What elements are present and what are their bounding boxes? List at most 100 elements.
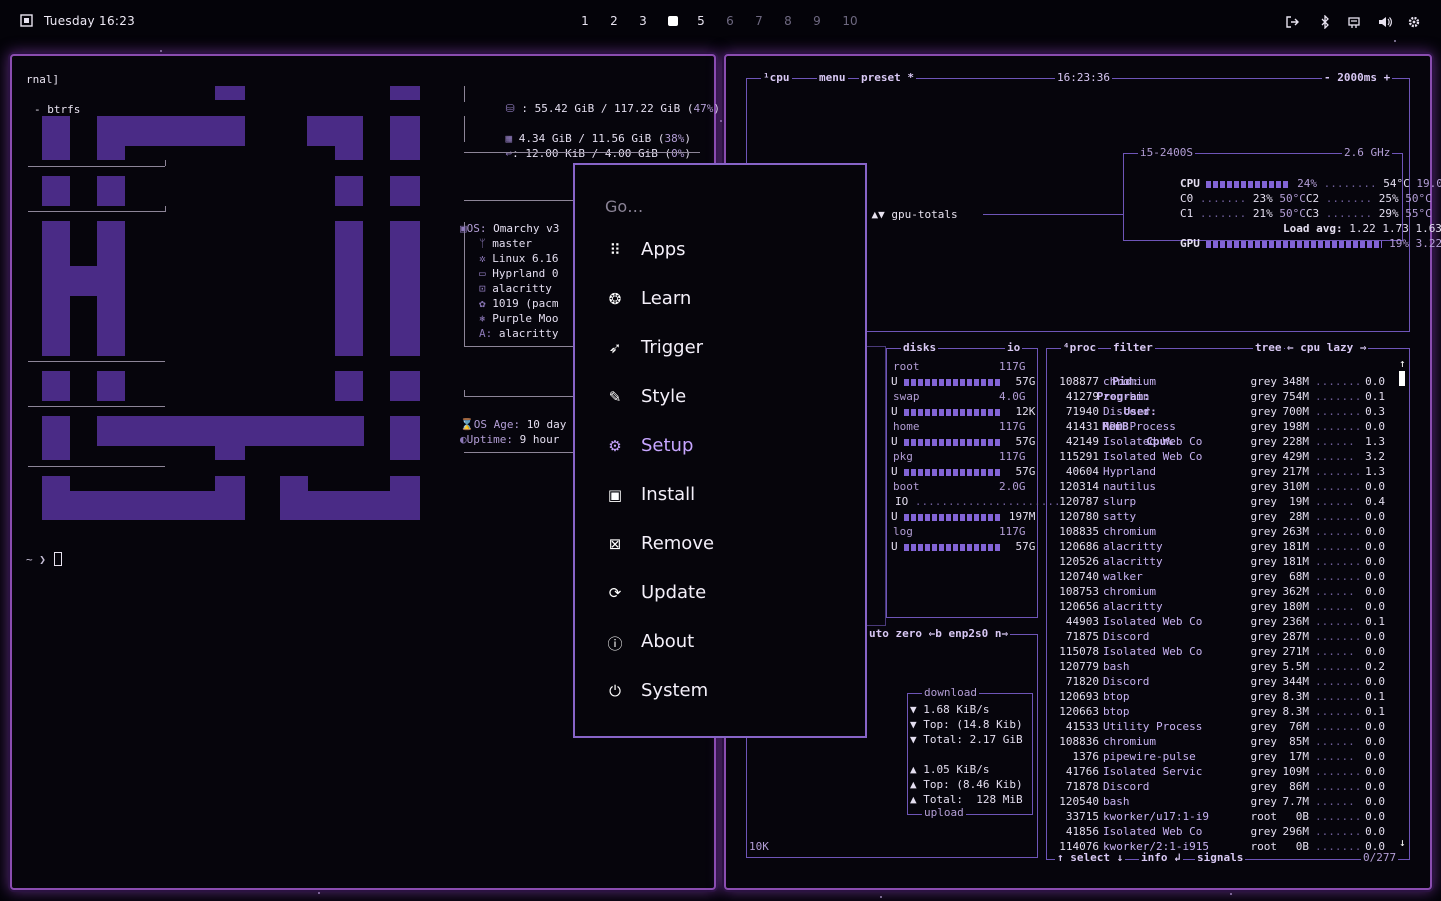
menu-item-about[interactable]: ⓘ About: [605, 629, 855, 659]
menu-item-learn[interactable]: ❂ Learn: [605, 286, 855, 316]
proc-count: 0/277: [1361, 851, 1399, 865]
table-row[interactable]: 71820 Discord grey 344M....... 0.0: [1057, 674, 1407, 689]
settings-icon[interactable]: [1407, 15, 1421, 29]
menu-item-label: Update: [641, 582, 707, 603]
table-row[interactable]: 71940 Discord grey 700M....... 0.3: [1057, 404, 1407, 419]
rocket-icon: ➶: [608, 339, 622, 357]
table-row[interactable]: 41766 Isolated Servic grey 109M....... 0.0: [1057, 764, 1407, 779]
info-icon: ⓘ: [607, 635, 623, 653]
menu-item-install[interactable]: ▣ Install: [605, 482, 855, 512]
table-row[interactable]: 115078 Isolated Web Co grey 271M...... 0.0: [1057, 644, 1407, 659]
launcher-menu[interactable]: Go… ⠿ Apps ❂ Learn ➶ Trigger ✎ Style ⚙ Setup ▣ Inst…: [573, 163, 867, 738]
os-age: ⌛OS Age: 10 day: [460, 418, 567, 431]
star: [1230, 893, 1232, 895]
cursor[interactable]: [54, 552, 62, 566]
star: [1394, 40, 1396, 42]
brain-icon: ❂: [608, 290, 622, 308]
table-row[interactable]: 115291 Isolated Web Co grey 429M...... 3.2: [1057, 449, 1407, 464]
signals-control[interactable]: signals: [1195, 851, 1246, 865]
scroll-down-icon[interactable]: ↓: [1399, 836, 1406, 849]
menu-item-label: Remove: [641, 533, 715, 554]
menu-item-label: Learn: [641, 288, 692, 309]
table-row[interactable]: 44903 Isolated Web Co grey 236M....... 0.1: [1057, 614, 1407, 629]
power-icon: ⏻: [609, 682, 621, 700]
apps-grid-icon: ⠿: [609, 241, 621, 259]
volume-icon[interactable]: [1378, 15, 1392, 29]
table-row[interactable]: 33715 kworker/u17:1-i9 root 0B....... 0.0: [1057, 809, 1407, 824]
filter-button[interactable]: filter: [1111, 341, 1155, 355]
menu-item-system[interactable]: ⏻ System: [605, 678, 855, 708]
shell-prompt: ~ ❯: [26, 553, 46, 566]
scrollbar-thumb[interactable]: [1399, 371, 1405, 386]
fastfetch-line: rnal]: [26, 73, 60, 86]
menu-item-label: System: [641, 680, 709, 701]
table-row[interactable]: 108753 chromium grey 362M...... 0.0: [1057, 584, 1407, 599]
top-bar: Tuesday 16:23 1 2 3 4 5 6 7 8 9 10: [0, 0, 1441, 44]
table-row[interactable]: 120526 alacritty grey 181M....... 0.0: [1057, 554, 1407, 569]
workspace-8[interactable]: 8: [778, 14, 798, 28]
table-row[interactable]: 41279 zen-bin grey 754M....... 0.1: [1057, 389, 1407, 404]
menu-item-style[interactable]: ✎ Style: [605, 384, 855, 414]
table-row[interactable]: 120686 alacritty grey 181M....... 0.0: [1057, 539, 1407, 554]
table-row[interactable]: 120656 alacritty grey 180M...... 0.0: [1057, 599, 1407, 614]
menu-item-label: Setup: [641, 435, 694, 456]
menu-item-remove[interactable]: ⊠ Remove: [605, 531, 855, 561]
logout-icon[interactable]: [1285, 15, 1299, 29]
table-row[interactable]: 120787 slurp grey 19M...... 0.4: [1057, 494, 1407, 509]
table-row[interactable]: 120314 nautilus grey 310M....... 0.0: [1057, 479, 1407, 494]
workspace-9[interactable]: 9: [807, 14, 827, 28]
net-controls[interactable]: uto zero ⇐b enp2s0 n⇒: [867, 627, 1011, 641]
table-row[interactable]: 1376 pipewire-pulse grey 17M...... 0.0: [1057, 749, 1407, 764]
disks-box: disks io root 117G U 57G swap 4.0G U 12K…: [886, 341, 1061, 618]
table-row[interactable]: 120740 walker grey 68M....... 0.0: [1057, 569, 1407, 584]
menu-item-apps[interactable]: ⠿ Apps: [605, 237, 855, 267]
table-row[interactable]: 120780 satty grey 28M....... 0.0: [1057, 509, 1407, 524]
floppy-icon: ▣: [607, 486, 623, 504]
menu-item-setup[interactable]: ⚙ Setup: [605, 433, 855, 463]
bluetooth-icon[interactable]: [1318, 15, 1332, 29]
workspace-4-active[interactable]: 4: [663, 14, 683, 28]
scroll-up-icon[interactable]: ↑: [1399, 357, 1406, 370]
preset-button[interactable]: preset *: [859, 71, 916, 85]
workspace-7[interactable]: 7: [749, 14, 769, 28]
star: [318, 892, 320, 894]
table-row[interactable]: 71875 Discord grey 287M....... 0.0: [1057, 629, 1407, 644]
table-row[interactable]: 41856 Isolated Web Co grey 296M....... 0.0: [1057, 824, 1407, 839]
cpu-tab[interactable]: ¹cpu: [761, 71, 792, 85]
table-row[interactable]: 41431 RDD Process grey 198M....... 0.0: [1057, 419, 1407, 434]
star: [720, 120, 722, 122]
workspace-5[interactable]: 5: [691, 14, 711, 28]
table-row[interactable]: 40604 Hyprland grey 217M....... 1.3: [1057, 464, 1407, 479]
table-row[interactable]: 120779 bash grey 5.5M....... 0.2: [1057, 659, 1407, 674]
table-row[interactable]: 108835 chromium grey 263M....... 0.0: [1057, 524, 1407, 539]
menu-item-label: Install: [641, 484, 696, 505]
sort-selector[interactable]: ⇐ cpu lazy ⇒: [1285, 341, 1369, 355]
info-control[interactable]: info ↲: [1139, 851, 1183, 865]
launcher-icon[interactable]: [20, 14, 33, 27]
table-row[interactable]: 108877 chromium grey 348M....... 0.0: [1057, 374, 1407, 389]
update-interval[interactable]: - 2000ms +: [1322, 71, 1393, 85]
tree-toggle[interactable]: tree: [1253, 341, 1284, 355]
table-row[interactable]: 42149 Isolated Web Co grey 228M...... 1.3: [1057, 434, 1407, 449]
clock[interactable]: Tuesday 16:23: [44, 14, 135, 28]
search-input[interactable]: Go…: [605, 197, 643, 216]
network-icon[interactable]: [1347, 15, 1361, 29]
table-row[interactable]: 120540 bash grey 7.7M...... 0.0: [1057, 794, 1407, 809]
workspace-2[interactable]: 2: [604, 14, 624, 28]
workspace-6[interactable]: 6: [720, 14, 740, 28]
workspace-1[interactable]: 1: [575, 14, 595, 28]
workspace-3[interactable]: 3: [633, 14, 653, 28]
table-row[interactable]: 120693 btop grey 8.3M....... 0.1: [1057, 689, 1407, 704]
menu-item-label: About: [641, 631, 695, 652]
fastfetch-line: - btrfs: [34, 103, 81, 116]
menu-item-update[interactable]: ⟳ Update: [605, 580, 855, 610]
workspace-10[interactable]: 10: [840, 14, 860, 28]
table-row[interactable]: 41533 Utility Process grey 76M....... 0.0: [1057, 719, 1407, 734]
table-row[interactable]: 120663 btop grey 8.3M....... 0.1: [1057, 704, 1407, 719]
table-row[interactable]: 108836 chromium grey 85M...... 0.0: [1057, 734, 1407, 749]
table-row[interactable]: 71878 Discord grey 86M....... 0.0: [1057, 779, 1407, 794]
menu-button[interactable]: menu: [817, 71, 848, 85]
menu-item-trigger[interactable]: ➶ Trigger: [605, 335, 855, 365]
btop-clock: 16:23:36: [1055, 71, 1112, 85]
select-control[interactable]: ↑ select ↓: [1055, 851, 1126, 865]
